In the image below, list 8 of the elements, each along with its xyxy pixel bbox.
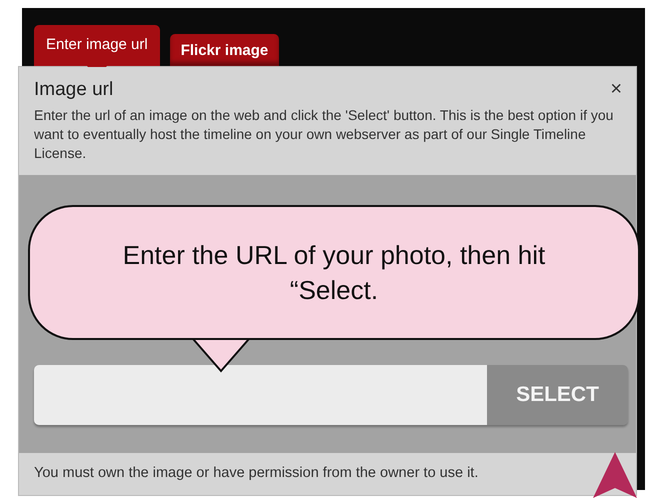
tab[interactable]: Flickr image bbox=[170, 34, 280, 66]
dialog-title: Image url bbox=[34, 79, 114, 101]
close-button[interactable]: × bbox=[604, 77, 628, 102]
permission-note: You must own the image or have permission from the owner to use it. bbox=[34, 465, 480, 481]
callout-text: Enter the URL of your photo, then hit “Select. bbox=[122, 238, 546, 306]
arrow-icon bbox=[593, 452, 637, 498]
tab[interactable]: Enter image url bbox=[34, 25, 160, 66]
dialog-description: Enter the url of an image on the web and click the 'Select' button. This is the best option if you want to eventually host the timeline on your own webserver as part of our Single Timeline License. bbox=[34, 106, 614, 163]
